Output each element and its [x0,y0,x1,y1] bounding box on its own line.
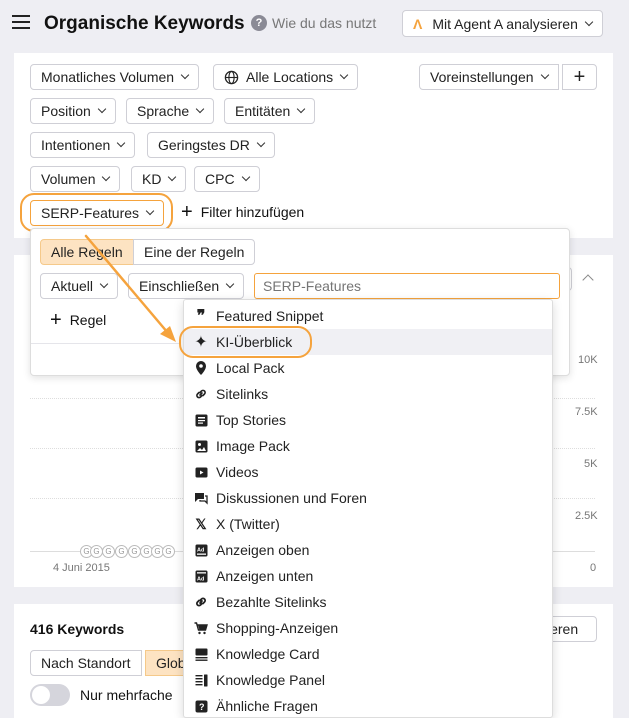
annotation-arrow [84,234,176,342]
